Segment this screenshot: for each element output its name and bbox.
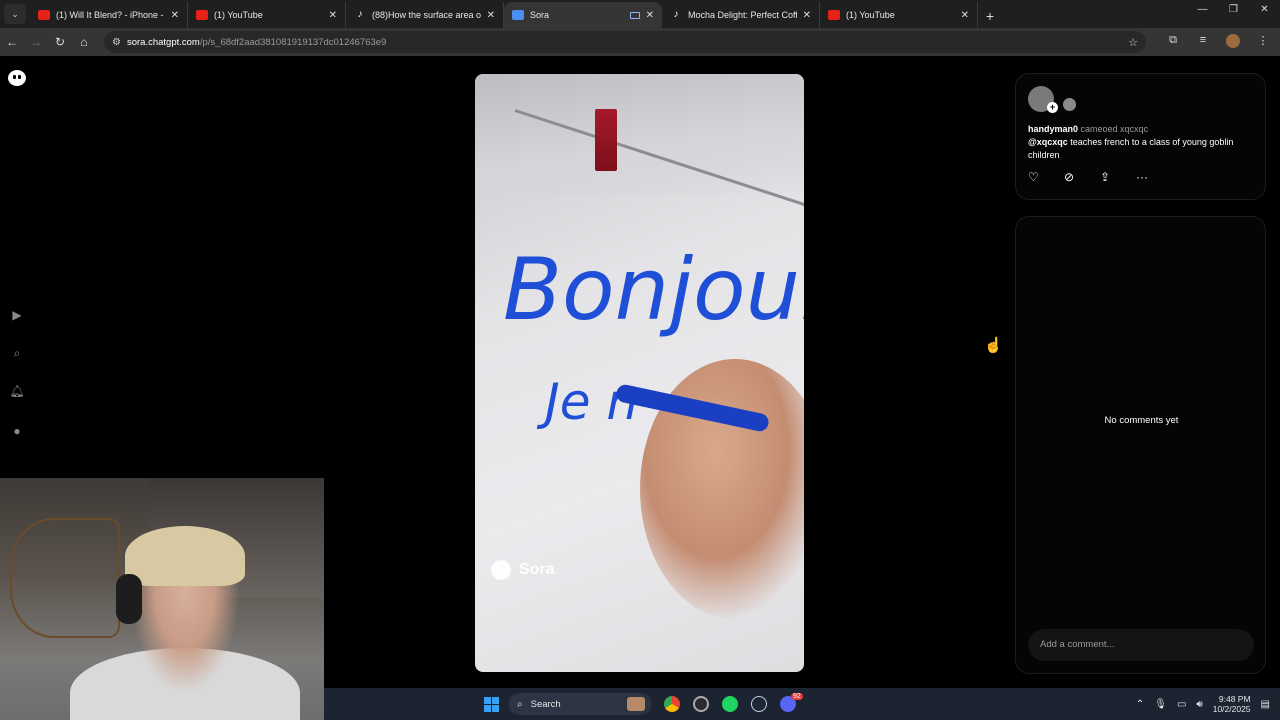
tab-3[interactable]: ♪ (88)How the surface area of a s ✕ (346, 2, 504, 28)
hand-cursor-icon: ☝ (984, 337, 1003, 354)
reload-icon[interactable]: ↻ (48, 35, 72, 49)
minimize-icon[interactable]: — (1187, 4, 1218, 15)
close-icon[interactable]: ✕ (961, 10, 969, 21)
network-icon[interactable]: ▭ (1177, 699, 1186, 710)
like-icon[interactable]: ♡ (1028, 170, 1064, 184)
youtube-icon (828, 10, 840, 20)
post-caption: @xqcxqc teaches french to a class of you… (1028, 136, 1256, 162)
close-icon[interactable]: ✕ (329, 10, 337, 21)
tab-5[interactable]: ♪ Mocha Delight: Perfect Coffee ✕ (662, 2, 820, 28)
cast-icon (629, 11, 640, 19)
window-controls: — ❐ ✕ (1187, 4, 1280, 15)
clock-date: 10/2/2025 (1212, 704, 1251, 714)
app-icon[interactable] (693, 696, 709, 712)
browser-tab-strip: ⌄ (1) Will It Blend? - iPhone - You ✕ (1… (0, 0, 1280, 28)
browser-toolbar: ← → ↻ ⌂ ⚙ sora.chatgpt.com /p/s_68df2aad… (0, 28, 1280, 56)
bookmark-star-icon[interactable]: ☆ (1128, 36, 1138, 49)
post-actions: ♡ ⊘ ⇪ ··· (1028, 170, 1172, 184)
search-icon: ⌕ (517, 698, 523, 710)
sora-watermark-text: Sora (519, 561, 555, 578)
tab-2[interactable]: (1) YouTube ✕ (188, 2, 346, 28)
site-info-icon[interactable]: ⚙ (112, 37, 121, 48)
sora-watermark: Sora (491, 560, 555, 580)
bell-icon[interactable]: 🔔︎ (9, 384, 24, 398)
windows-start-icon[interactable] (484, 697, 499, 712)
post-username[interactable]: handyman0 (1028, 124, 1078, 134)
restore-icon[interactable]: ❐ (1218, 4, 1249, 15)
tab-title: (1) YouTube (214, 10, 263, 20)
board-text-bonjour: Bonjour (503, 240, 804, 340)
more-icon[interactable]: ··· (1136, 170, 1172, 184)
spotify-icon[interactable] (722, 696, 738, 712)
close-icon[interactable]: ✕ (646, 10, 654, 21)
webcam-shelf (10, 518, 120, 638)
tab-1[interactable]: (1) Will It Blend? - iPhone - You ✕ (30, 2, 188, 28)
tab-title: (1) Will It Blend? - iPhone - You (56, 10, 165, 20)
search-highlight-thumbnail (627, 697, 645, 711)
video-player[interactable]: Bonjour Je n Sora (475, 74, 804, 672)
steam-icon[interactable] (751, 696, 767, 712)
video-icon[interactable]: ▶ (10, 308, 24, 322)
volume-icon[interactable]: 🔊︎ (1196, 699, 1202, 710)
close-icon[interactable]: ✕ (803, 10, 811, 21)
share-icon[interactable]: ⇪ (1100, 170, 1136, 184)
taskbar-clock[interactable]: 9:48 PM 10/2/2025 (1213, 694, 1251, 714)
taskbar-search-label: Search (530, 698, 561, 710)
tab-title: Sora (530, 10, 550, 20)
webcam-person-hair (125, 526, 245, 586)
tab-title: (88)How the surface area of a s (372, 10, 481, 20)
forward-icon[interactable]: → (24, 35, 48, 49)
remix-icon[interactable]: ⊘ (1064, 170, 1100, 184)
windows-taskbar: ⌕ Search 92 ⌃ 🎙︎ ▭ 🔊︎ 9:48 PM 10/2/2025 … (324, 688, 1280, 720)
cameo-text: cameoed xqcxqc (1080, 124, 1149, 134)
clock-time: 9:48 PM (1218, 694, 1251, 704)
close-icon[interactable]: ✕ (171, 10, 179, 21)
post-meta: handyman0 cameoed xqcxqc (1028, 123, 1260, 136)
address-bar[interactable]: ⚙ sora.chatgpt.com /p/s_68df2aad38108191… (104, 31, 1146, 53)
new-tab-button[interactable]: + (978, 4, 1002, 28)
home-icon[interactable]: ⌂ (72, 35, 96, 49)
follow-plus-icon[interactable]: + (1047, 102, 1058, 113)
youtube-icon (196, 10, 208, 20)
no-comments-text: No comments yet (1104, 415, 1179, 426)
close-icon[interactable]: ✕ (487, 10, 495, 21)
comment-input[interactable]: Add a comment... (1028, 629, 1254, 661)
sora-watermark-icon (491, 560, 511, 580)
close-window-icon[interactable]: ✕ (1249, 4, 1280, 15)
profile-icon[interactable]: ● (10, 424, 24, 438)
profile-avatar[interactable] (1218, 33, 1248, 51)
microphone-icon[interactable]: 🎙︎ (1154, 699, 1167, 710)
sora-logo-icon[interactable] (8, 70, 26, 86)
menu-icon[interactable]: ⋮ (1248, 34, 1278, 51)
tray-chevron-icon[interactable]: ⌃ (1136, 699, 1144, 710)
toolbar-icons: ⧉ ≡ ⋮ (1158, 33, 1278, 51)
caption-handle[interactable]: @xqcxqc (1028, 137, 1068, 147)
system-tray: ⌃ 🎙︎ ▭ 🔊︎ 9:48 PM 10/2/2025 ▤ (1136, 688, 1280, 720)
tiktok-icon: ♪ (357, 9, 363, 20)
comments-panel: No comments yet Add a comment... (1015, 216, 1266, 674)
tab-title: Mocha Delight: Perfect Coffee (688, 10, 797, 20)
post-info-card: + handyman0 cameoed xqcxqc @xqcxqc teach… (1015, 73, 1266, 200)
tiktok-icon: ♪ (673, 9, 679, 20)
webcam-headset (116, 574, 142, 624)
youtube-icon (38, 10, 50, 20)
discord-badge: 92 (791, 693, 803, 700)
tab-4-active[interactable]: Sora ✕ (504, 2, 662, 28)
cameo-avatar[interactable] (1063, 98, 1076, 111)
tab-search-button[interactable]: ⌄ (4, 4, 26, 24)
url-path: /p/s_68df2aad381081919137dc01246763e9 (199, 36, 387, 48)
extensions-icon[interactable]: ⧉ (1158, 34, 1188, 51)
taskbar-search[interactable]: ⌕ Search (509, 693, 651, 715)
tab-title: (1) YouTube (846, 10, 895, 20)
back-icon[interactable]: ← (0, 35, 24, 49)
tab-6[interactable]: (1) YouTube ✕ (820, 2, 978, 28)
webcam-overlay (0, 478, 324, 720)
notifications-icon[interactable]: ▤ (1261, 699, 1270, 710)
sora-icon (512, 10, 524, 20)
url-host: sora.chatgpt.com (126, 36, 200, 48)
media-controls-icon[interactable]: ≡ (1188, 34, 1218, 51)
chrome-icon[interactable] (664, 696, 680, 712)
search-icon[interactable]: ⌕ (10, 346, 24, 360)
